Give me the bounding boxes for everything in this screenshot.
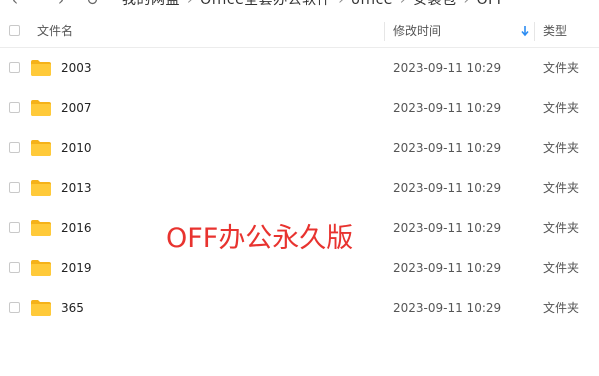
sort-down-icon[interactable] <box>520 24 530 38</box>
file-list-header: 文件名 修改时间 类型 <box>0 16 599 48</box>
file-type: 文件夹 <box>543 101 580 115</box>
file-type: 文件夹 <box>543 301 580 315</box>
file-type: 文件夹 <box>543 141 580 155</box>
folder-icon <box>31 220 51 236</box>
breadcrumb-separator-icon: › <box>187 0 194 8</box>
folder-icon <box>31 180 51 196</box>
row-checkbox[interactable] <box>9 102 20 113</box>
file-name[interactable]: 2013 <box>61 168 92 208</box>
row-checkbox[interactable] <box>9 62 20 73</box>
back-button[interactable]: ‹ <box>12 0 18 9</box>
modified-time: 2023-09-11 10:29 <box>393 61 502 75</box>
breadcrumb-item[interactable]: Office全套办公软件 <box>200 0 331 9</box>
file-name[interactable]: 2010 <box>61 128 92 168</box>
breadcrumb-separator-icon: › <box>338 0 345 8</box>
folder-icon <box>31 60 51 76</box>
column-header-modified[interactable]: 修改时间 <box>393 16 441 47</box>
file-type: 文件夹 <box>543 221 580 235</box>
row-checkbox[interactable] <box>9 222 20 233</box>
forward-button[interactable]: › <box>58 0 64 9</box>
table-row[interactable]: 2010 2023-09-11 10:29 文件夹 <box>0 128 599 168</box>
modified-time: 2023-09-11 10:29 <box>393 301 502 315</box>
file-name[interactable]: 2003 <box>61 48 92 88</box>
breadcrumb-separator-icon: › <box>399 0 407 8</box>
breadcrumb-item[interactable]: 安装包 <box>413 0 457 9</box>
breadcrumb-item[interactable]: office <box>351 0 393 9</box>
column-divider[interactable] <box>384 22 385 41</box>
modified-time: 2023-09-11 10:29 <box>393 181 502 195</box>
table-row[interactable]: 365 2023-09-11 10:29 文件夹 <box>0 288 599 328</box>
table-row[interactable]: 2007 2023-09-11 10:29 文件夹 <box>0 88 599 128</box>
file-type: 文件夹 <box>543 261 580 275</box>
folder-icon <box>31 300 51 316</box>
folder-icon <box>31 100 51 116</box>
file-type: 文件夹 <box>543 61 580 75</box>
navigation-bar: ‹ › ↻ 我的网盘 › Office全套办公软件 › office › 安装包 › OFF <box>0 0 599 9</box>
row-checkbox[interactable] <box>9 302 20 313</box>
breadcrumb-separator-icon: › <box>463 0 470 8</box>
column-divider[interactable] <box>534 22 535 41</box>
folder-icon <box>31 260 51 276</box>
column-header-name[interactable]: 文件名 <box>37 16 73 47</box>
overlay-text: OFF办公永久版 <box>166 223 354 254</box>
modified-time: 2023-09-11 10:29 <box>393 141 502 155</box>
breadcrumb: 我的网盘 › Office全套办公软件 › office › 安装包 › OFF <box>122 0 505 9</box>
row-checkbox[interactable] <box>9 182 20 193</box>
table-row[interactable]: 2013 2023-09-11 10:29 文件夹 <box>0 168 599 208</box>
file-type: 文件夹 <box>543 181 580 195</box>
modified-time: 2023-09-11 10:29 <box>393 261 502 275</box>
breadcrumb-item[interactable]: 我的网盘 <box>122 0 180 9</box>
folder-icon <box>31 140 51 156</box>
table-row[interactable]: 2003 2023-09-11 10:29 文件夹 <box>0 48 599 88</box>
modified-time: 2023-09-11 10:29 <box>393 101 502 115</box>
file-name[interactable]: 2007 <box>61 88 92 128</box>
modified-time: 2023-09-11 10:29 <box>393 221 502 235</box>
file-name[interactable]: 2019 <box>61 248 92 288</box>
breadcrumb-item[interactable]: OFF <box>477 0 506 9</box>
column-header-type[interactable]: 类型 <box>543 16 567 47</box>
select-all-checkbox[interactable] <box>9 25 20 36</box>
file-name[interactable]: 365 <box>61 288 84 328</box>
row-checkbox[interactable] <box>9 142 20 153</box>
row-checkbox[interactable] <box>9 262 20 273</box>
refresh-button[interactable]: ↻ <box>86 0 99 9</box>
file-name[interactable]: 2016 <box>61 208 92 248</box>
